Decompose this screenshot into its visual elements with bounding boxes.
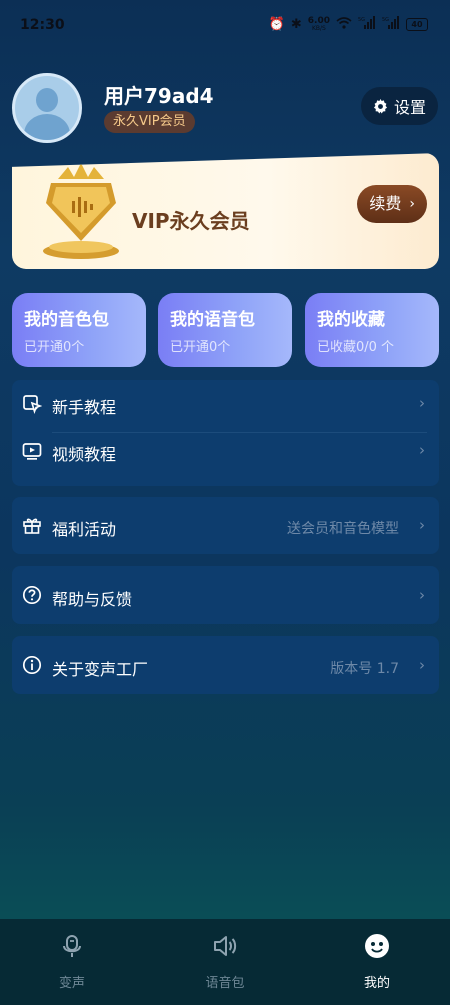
status-icons: ⏰ ✱ 6.00 KB/S 5G 5G 40 <box>269 16 428 33</box>
nav-label: 我的 <box>363 976 390 991</box>
info-icon <box>22 655 42 675</box>
settings-button[interactable]: 设置 <box>360 87 438 125</box>
chevron-right-icon: › <box>419 586 425 604</box>
svg-text:5G: 5G <box>358 17 365 23</box>
bottom-nav: 变声 语音包 我的 <box>0 919 450 1005</box>
nav-label: 语音包 <box>205 976 245 991</box>
vip-badge: 永久VIP会员 <box>104 111 195 133</box>
chevron-right-icon: › <box>419 394 425 412</box>
signal-icon-2: 5G <box>382 16 400 33</box>
tutorials-card: 新手教程 › 视频教程 › <box>12 380 439 486</box>
menu-label: 福利活动 <box>52 520 117 539</box>
wifi-icon <box>336 16 352 33</box>
vip-card-title: VIP永久会员 <box>132 209 250 233</box>
feature-card-speech-pack[interactable]: 我的语音包 已开通0个 <box>158 293 292 367</box>
net-speed: 6.00 KB/S <box>307 15 330 32</box>
feature-card-subtitle: 已收藏0/0 个 <box>317 340 395 355</box>
alarm-icon: ⏰ <box>268 17 285 32</box>
username: 用户79ad4 <box>104 84 214 108</box>
renew-button[interactable]: 续费 › <box>357 185 427 223</box>
menu-item-beginner-tutorial[interactable]: 新手教程 › <box>12 380 439 427</box>
about-card: 关于变声工厂 版本号 1.7 › <box>12 636 439 694</box>
menu-item-video-tutorial[interactable]: 视频教程 › <box>12 427 439 474</box>
microphone-icon <box>63 935 81 957</box>
vip-trophy-icon <box>43 163 119 259</box>
nav-mine[interactable]: 我的 <box>337 933 417 991</box>
gift-icon <box>23 518 41 534</box>
avatar-head-shape <box>36 88 58 112</box>
vip-card[interactable]: VIP永久会员 续费 › <box>12 153 439 269</box>
feature-card-favorites[interactable]: 我的收藏 已收藏0/0 个 <box>305 293 439 367</box>
feature-card-voice-pack[interactable]: 我的音色包 已开通0个 <box>12 293 146 367</box>
chevron-right-icon: › <box>419 516 425 534</box>
feature-card-title: 我的收藏 <box>317 310 385 330</box>
avatar[interactable] <box>12 73 82 143</box>
menu-item-benefits[interactable]: 福利活动 送会员和音色模型 › <box>12 497 439 554</box>
status-bar: 12:30 ⏰ ✱ 6.00 KB/S 5G 5G 40 <box>0 0 450 50</box>
nav-label: 变声 <box>58 976 85 991</box>
menu-label: 关于变声工厂 <box>52 660 149 679</box>
gear-icon <box>373 98 388 114</box>
menu-label: 新手教程 <box>52 398 117 417</box>
svg-text:5G: 5G <box>382 17 389 23</box>
settings-label: 设置 <box>393 98 426 117</box>
pointer-icon <box>23 395 42 414</box>
question-circle-icon <box>22 585 42 605</box>
menu-extra: 送会员和音色模型 <box>287 521 399 537</box>
video-icon <box>22 443 42 460</box>
feature-card-subtitle: 已开通0个 <box>170 340 231 355</box>
signal-icon-1: 5G <box>358 16 376 33</box>
user-face-icon <box>365 934 389 958</box>
nav-speech-pack[interactable]: 语音包 <box>185 933 265 991</box>
menu-label: 视频教程 <box>52 445 117 464</box>
renew-label: 续费 <box>369 194 402 213</box>
avatar-body-shape <box>24 114 70 140</box>
battery-icon: 40 <box>406 18 428 31</box>
status-time: 12:30 <box>20 17 65 33</box>
help-card: 帮助与反馈 › <box>12 566 439 624</box>
feature-card-subtitle: 已开通0个 <box>24 340 85 355</box>
menu-item-about[interactable]: 关于变声工厂 版本号 1.7 › <box>12 636 439 694</box>
feature-card-title: 我的音色包 <box>24 310 109 330</box>
menu-item-help-feedback[interactable]: 帮助与反馈 › <box>12 566 439 624</box>
benefits-card: 福利活动 送会员和音色模型 › <box>12 497 439 554</box>
feature-card-title: 我的语音包 <box>170 310 255 330</box>
menu-label: 帮助与反馈 <box>52 590 133 609</box>
chevron-right-icon: › <box>409 196 415 212</box>
chevron-right-icon: › <box>419 656 425 674</box>
version-text: 版本号 1.7 <box>330 661 399 677</box>
chevron-right-icon: › <box>419 441 425 459</box>
speaker-icon <box>214 936 237 956</box>
bluetooth-icon: ✱ <box>290 17 302 32</box>
nav-voice-change[interactable]: 变声 <box>32 933 112 991</box>
